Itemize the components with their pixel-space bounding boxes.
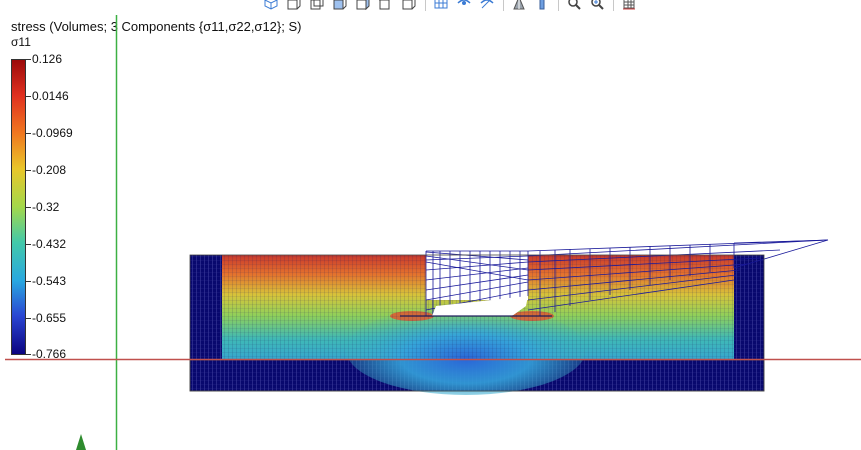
- fem-viewport[interactable]: [0, 0, 861, 450]
- right-boundary-block: [734, 255, 764, 360]
- left-boundary-block: [190, 255, 222, 360]
- axis-triad-icon: [76, 434, 86, 450]
